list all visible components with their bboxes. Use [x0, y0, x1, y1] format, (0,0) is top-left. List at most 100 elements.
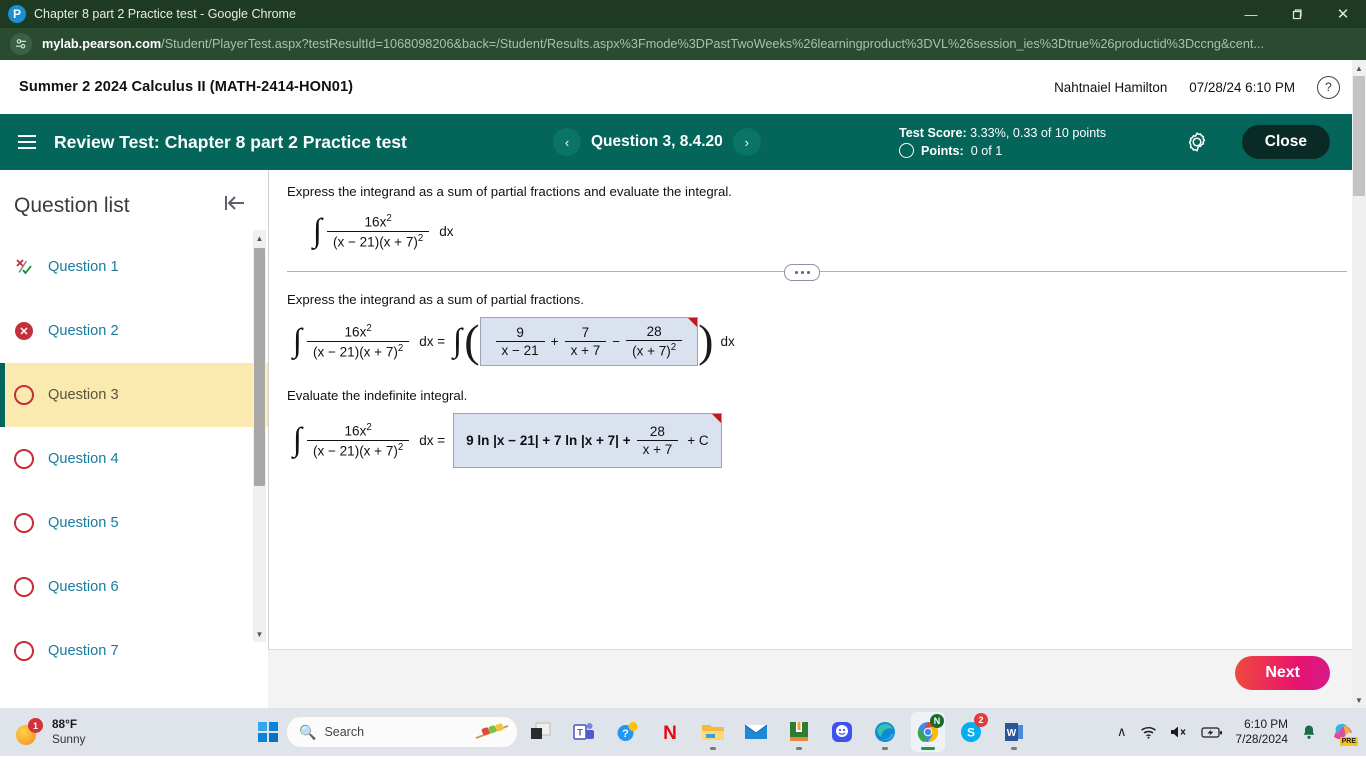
mail-icon[interactable]	[739, 712, 773, 752]
unanswered-circle-icon	[899, 143, 914, 158]
answer-tail-text: + C	[687, 432, 709, 448]
sidebar-item-label: Question 2	[48, 323, 119, 339]
svg-text:T: T	[577, 728, 583, 738]
sidebar-scrollbar[interactable]: ▲ ▼	[253, 230, 266, 642]
page-scrollbar[interactable]: ▲ ▼	[1352, 60, 1366, 708]
sidebar-title: Question list	[14, 193, 130, 217]
question-prompt: Express the integrand as a sum of partia…	[287, 184, 732, 199]
next-question-button[interactable]: ›	[732, 128, 761, 156]
pearson-p-icon: P	[8, 5, 26, 23]
integral-fraction: 16x2 (x − 21)(x + 7)2	[307, 323, 410, 359]
score-summary: Test Score: 3.33%, 0.33 of 10 points Poi…	[899, 114, 1106, 170]
student-name: Nahtnaiel Hamilton	[1054, 79, 1168, 95]
unanswered-circle-icon	[14, 513, 34, 533]
battery-charging-icon[interactable]	[1200, 726, 1223, 739]
svg-text:W: W	[1007, 728, 1017, 739]
page-scroll-thumb[interactable]	[1353, 76, 1365, 196]
content-area: Question list Question 1 ✕ Question 2 Qu…	[0, 170, 1366, 708]
hamburger-menu-icon[interactable]	[10, 125, 44, 159]
messaging-icon[interactable]	[825, 712, 859, 752]
weather-widget[interactable]: 1 88°F Sunny	[16, 717, 85, 746]
sidebar-item-label: Question 5	[48, 515, 119, 531]
test-title-lead: Review Test:	[54, 131, 160, 152]
sidebar-item-question-3[interactable]: Question 3	[0, 363, 268, 427]
previous-question-button[interactable]: ‹	[553, 128, 581, 156]
microsoft-edge-icon[interactable]	[868, 712, 902, 752]
sidebar-item-question-7[interactable]: Question 7	[0, 619, 268, 683]
browser-tab-title[interactable]: Chapter 8 part 2 Practice test - Google …	[34, 7, 296, 21]
task-view-icon[interactable]	[524, 712, 558, 752]
scroll-down-icon[interactable]: ▼	[253, 626, 266, 642]
sidebar-item-label: Question 4	[48, 451, 119, 467]
copilot-icon[interactable]: PRE	[1330, 719, 1358, 746]
integral-numerator: 16x2	[364, 213, 392, 230]
browser-title-bar: P Chapter 8 part 2 Practice test - Googl…	[0, 0, 1366, 28]
file-explorer-icon[interactable]	[696, 712, 730, 752]
part1-answer-box[interactable]: 9 x − 21 + 7 x + 7 − 28 (x + 7)2	[479, 317, 699, 366]
microsoft-teams-icon[interactable]: T	[567, 712, 601, 752]
sidebar-item-label: Question 6	[48, 579, 119, 595]
unanswered-circle-icon	[14, 577, 34, 597]
tray-expand-icon[interactable]: ∧	[1117, 724, 1127, 740]
clock[interactable]: 6:10 PM 7/28/2024	[1236, 717, 1288, 746]
sidebar-item-label: Question 7	[48, 643, 119, 659]
integral-denominator: (x − 21)(x + 7)2	[327, 230, 430, 249]
answer-marker-icon	[688, 318, 698, 327]
microsoft-word-icon[interactable]: W	[997, 712, 1031, 752]
sidebar-item-question-6[interactable]: Question 6	[0, 555, 268, 619]
sidebar-item-question-1[interactable]: Question 1	[0, 235, 268, 299]
copilot-badge-label: PRE	[1339, 737, 1358, 746]
skype-notification-badge: 2	[974, 713, 988, 727]
question-navigator: ‹ Question 3, 8.4.20 ›	[553, 114, 761, 170]
sidebar-scroll-thumb[interactable]	[254, 248, 265, 486]
taskbar-center: 🔍 Search	[258, 716, 518, 748]
scroll-up-icon[interactable]: ▲	[253, 230, 266, 246]
close-window-button[interactable]: ✕	[1320, 0, 1366, 28]
url-domain: mylab.pearson.com	[42, 37, 162, 51]
volume-muted-icon[interactable]	[1170, 725, 1188, 739]
unanswered-circle-icon	[14, 385, 34, 405]
google-chrome-icon[interactable]: N	[911, 712, 945, 752]
windows-logo-icon[interactable]	[258, 722, 278, 742]
differential-dx: dx	[720, 333, 735, 349]
session-timestamp: 07/28/24 6:10 PM	[1189, 79, 1295, 95]
skype-icon[interactable]: S 2	[954, 712, 988, 752]
kindle-books-icon[interactable]	[782, 712, 816, 752]
question-pane: Express the integrand as a sum of partia…	[269, 170, 1366, 708]
site-info-icon[interactable]	[10, 33, 32, 55]
maximize-button[interactable]	[1274, 0, 1320, 28]
tray-date: 7/28/2024	[1235, 732, 1288, 746]
weather-condition: Sunny	[52, 732, 86, 746]
minimize-button[interactable]: —	[1228, 0, 1274, 28]
scroll-down-icon[interactable]: ▼	[1352, 692, 1366, 708]
url-text[interactable]: mylab.pearson.com/Student/PlayerTest.asp…	[42, 37, 1264, 51]
help-app-icon[interactable]: ?	[610, 712, 644, 752]
test-score-line: Test Score: 3.33%, 0.33 of 10 points	[899, 126, 1106, 140]
integral-fraction: 16x2 (x − 21)(x + 7)2	[307, 422, 410, 458]
question-footer	[268, 649, 1366, 708]
scroll-up-icon[interactable]: ▲	[1352, 60, 1366, 76]
close-test-button[interactable]: Close	[1241, 125, 1330, 159]
bell-icon[interactable]	[1301, 724, 1317, 740]
sidebar-item-question-2[interactable]: ✕ Question 2	[0, 299, 268, 363]
integral-fraction: 16x2 (x − 21)(x + 7)2	[327, 213, 430, 249]
svg-text:N: N	[663, 723, 677, 743]
next-button[interactable]: Next	[1235, 656, 1330, 690]
page-title: Summer 2 2024 Calculus II (MATH-2414-HON…	[19, 79, 354, 95]
search-input[interactable]: 🔍 Search	[286, 716, 518, 748]
help-icon[interactable]: ?	[1317, 75, 1340, 99]
wifi-icon[interactable]	[1140, 725, 1157, 739]
gear-icon[interactable]	[1186, 131, 1208, 158]
sun-icon: 1	[16, 718, 43, 745]
netflix-icon[interactable]: N	[653, 712, 687, 752]
sidebar-item-label: Question 3	[48, 387, 119, 403]
sidebar-item-question-4[interactable]: Question 4	[0, 427, 268, 491]
sidebar-item-question-5[interactable]: Question 5	[0, 491, 268, 555]
collapse-left-icon[interactable]	[222, 192, 248, 219]
divider-drag-handle[interactable]	[784, 264, 820, 281]
open-paren: (	[464, 315, 480, 367]
partial-credit-icon	[14, 257, 34, 277]
sidebar-header: Question list	[0, 170, 268, 219]
part2-answer-box[interactable]: 9 ln |x − 21| + 7 ln |x + 7| + 28 x + 7 …	[453, 412, 722, 468]
browser-url-bar: mylab.pearson.com/Student/PlayerTest.asp…	[0, 28, 1366, 60]
